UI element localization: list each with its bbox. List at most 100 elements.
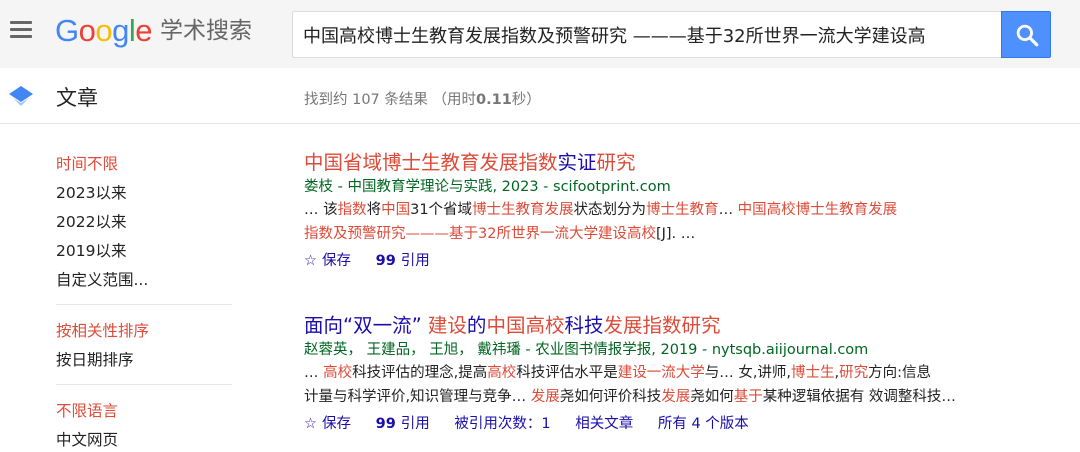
quote-icon: 99 (375, 253, 396, 269)
text-segment: 31个省域 (410, 202, 473, 218)
text-segment: 科技评估的理念,提高 (352, 365, 488, 381)
cite-button[interactable]: 99 引用 (376, 413, 430, 435)
save-label: 保存 (322, 416, 351, 432)
time-filter-2022[interactable]: 2022以来 (56, 208, 236, 237)
sidebar-divider (56, 384, 232, 385)
text-segment: … 该 (304, 202, 338, 218)
star-icon: ☆ (304, 253, 317, 269)
highlighted-term: 发展指数研究 (603, 314, 721, 337)
search-input[interactable] (293, 12, 1001, 57)
search-result: 面向“双一流” 建设的中国高校科技发展指数研究 赵蓉英， 王建品， 王旭， 戴祎… (304, 313, 1054, 435)
language-filter-chinese[interactable]: 中文网页 (56, 426, 236, 452)
cite-button[interactable]: 99 引用 (376, 250, 430, 272)
text-segment: … (718, 202, 738, 218)
text-segment: [J]. … (655, 226, 696, 242)
highlighted-term: 指数及预警研究———基于32所世界一流大学建设高校 (304, 226, 656, 242)
time-filter-2019[interactable]: 2019以来 (56, 237, 236, 266)
google-scholar-logo[interactable]: Google 学术搜索 (55, 11, 252, 49)
highlighted-term: 建设一流大学 (617, 365, 705, 381)
highlighted-term: 博士生教育 (646, 202, 719, 218)
logo-letter: e (135, 13, 153, 48)
result-meta: 娄枝 - 中国教育学理论与实践, 2023 - scifootprint.com (304, 179, 671, 195)
sort-by-relevance[interactable]: 按相关性排序 (56, 317, 236, 346)
language-filter-any[interactable]: 不限语言 (56, 397, 236, 426)
text-segment: 尧如何评价科技 (559, 389, 662, 405)
result-stats: 找到约 107 条结果 （用时0.11秒） (304, 88, 541, 109)
scholar-label: 学术搜索 (160, 18, 253, 44)
time-filter-2023[interactable]: 2023以来 (56, 179, 236, 208)
cite-label: 引用 (400, 416, 430, 432)
highlighted-term: 中国 (381, 202, 411, 218)
logo-letter: g (112, 13, 129, 48)
text-segment: 的 (466, 314, 487, 337)
highlighted-term: 发展 (661, 389, 691, 405)
results-subbar: 文章 找到约 107 条结果 （用时0.11秒） (0, 68, 1080, 124)
sidebar-divider (56, 304, 232, 305)
result-stats-suffix: 秒） (511, 92, 541, 108)
snippet-line: … 该指数将中国31个省域博士生教育发展状态划分为博士生教育… 中国高校博士生教… (304, 198, 1054, 222)
save-button[interactable]: ☆ 保存 (304, 250, 351, 272)
save-label: 保存 (322, 253, 351, 269)
save-button[interactable]: ☆ 保存 (304, 413, 351, 435)
highlighted-term: 建设 (427, 314, 467, 337)
snippet-line: 计量与科学评价,知识管理与竞争… 发展尧如何评价科技发展尧如何基于某种逻辑依据有… (304, 385, 1054, 409)
cited-by-link[interactable]: 被引用次数：1 (454, 413, 550, 435)
text-segment: 科技评估水平是 (516, 365, 618, 381)
scholar-cap-icon (9, 86, 33, 106)
snippet-line: 指数及预警研究———基于32所世界一流大学建设高校[J]. … (304, 222, 1054, 246)
result-actions: ☆ 保存 99 引用 (304, 250, 1054, 272)
highlighted-term: 高校 (323, 365, 353, 381)
filter-sidebar: 时间不限 2023以来 2022以来 2019以来 自定义范围... 按相关性排… (56, 150, 236, 452)
text-segment: 计量与科学评价,知识管理与竞争… (304, 389, 531, 405)
result-title-link[interactable]: 面向“双一流” 建设的中国高校科技发展指数研究 (304, 313, 1054, 339)
result-title-link[interactable]: 中国省域博士生教育发展指数实证研究 (304, 150, 1054, 176)
highlighted-term: 博士生 (791, 365, 835, 381)
text-segment: 方向:信息 (868, 365, 932, 381)
snippet-line: … 高校科技评估的理念,提高高校科技评估水平是建设一流大学与… 女,讲师,博士生… (304, 361, 1054, 385)
all-versions-link[interactable]: 所有 4 个版本 (658, 413, 749, 435)
section-title: 文章 (56, 86, 98, 110)
text-segment: 与… 女,讲师, (704, 365, 792, 381)
search-box (292, 11, 1001, 58)
highlighted-term: 基于 (733, 389, 763, 405)
highlighted-term: 博士生教育发展指数 (382, 151, 558, 174)
search-button[interactable] (1001, 11, 1051, 58)
highlighted-term: 高校 (487, 365, 517, 381)
star-icon: ☆ (304, 416, 317, 432)
highlighted-term: 中国高校博士生教育发展 (737, 202, 898, 218)
result-meta: 赵蓉英， 王建品， 王旭， 戴祎璠 - 农业图书情报学报, 2019 - nyt… (304, 342, 869, 358)
highlighted-term: 研究 (839, 365, 869, 381)
text-segment: 面向“双一流” (304, 314, 428, 337)
logo-letter: G (55, 13, 79, 48)
result-snippet: … 高校科技评估的理念,提高高校科技评估水平是建设一流大学与… 女,讲师,博士生… (304, 361, 1054, 409)
text-segment: 将 (366, 202, 382, 218)
text-segment: … (304, 365, 324, 381)
hamburger-menu-icon[interactable] (8, 18, 34, 44)
text-segment: 实证 (557, 151, 597, 174)
highlighted-term: 发展 (530, 389, 560, 405)
sort-by-date[interactable]: 按日期排序 (56, 346, 236, 375)
cite-label: 引用 (400, 253, 430, 269)
quote-icon: 99 (375, 416, 396, 432)
logo-letter: o (78, 13, 96, 48)
search-result: 中国省域博士生教育发展指数实证研究 娄枝 - 中国教育学理论与实践, 2023 … (304, 150, 1054, 272)
text-segment: 科技 (564, 314, 604, 337)
result-snippet: … 该指数将中国31个省域博士生教育发展状态划分为博士生教育… 中国高校博士生教… (304, 198, 1054, 246)
result-stats-prefix: 找到约 107 条结果 （用时 (304, 92, 477, 108)
text-segment: 尧如何 (690, 389, 734, 405)
highlighted-term: 中国高校 (486, 314, 565, 337)
highlighted-term: 博士生教育发展 (472, 202, 574, 218)
time-filter-any[interactable]: 时间不限 (56, 150, 236, 179)
search-icon (1016, 24, 1039, 47)
text-segment: 状态划分为 (573, 202, 647, 218)
result-stats-time: 0.11 (476, 92, 512, 108)
time-filter-custom[interactable]: 自定义范围... (56, 266, 236, 295)
logo-letter: o (95, 13, 113, 48)
related-articles-link[interactable]: 相关文章 (575, 413, 633, 435)
top-header: Google 学术搜索 (0, 0, 1080, 68)
highlighted-term: 研究 (596, 151, 636, 174)
text-segment: 某种逻辑依据有 效调整科技… (762, 389, 956, 405)
highlighted-term: 中国省域 (304, 151, 383, 174)
result-actions: ☆ 保存 99 引用 被引用次数：1 相关文章 所有 4 个版本 (304, 413, 1054, 435)
highlighted-term: 指数 (337, 202, 367, 218)
